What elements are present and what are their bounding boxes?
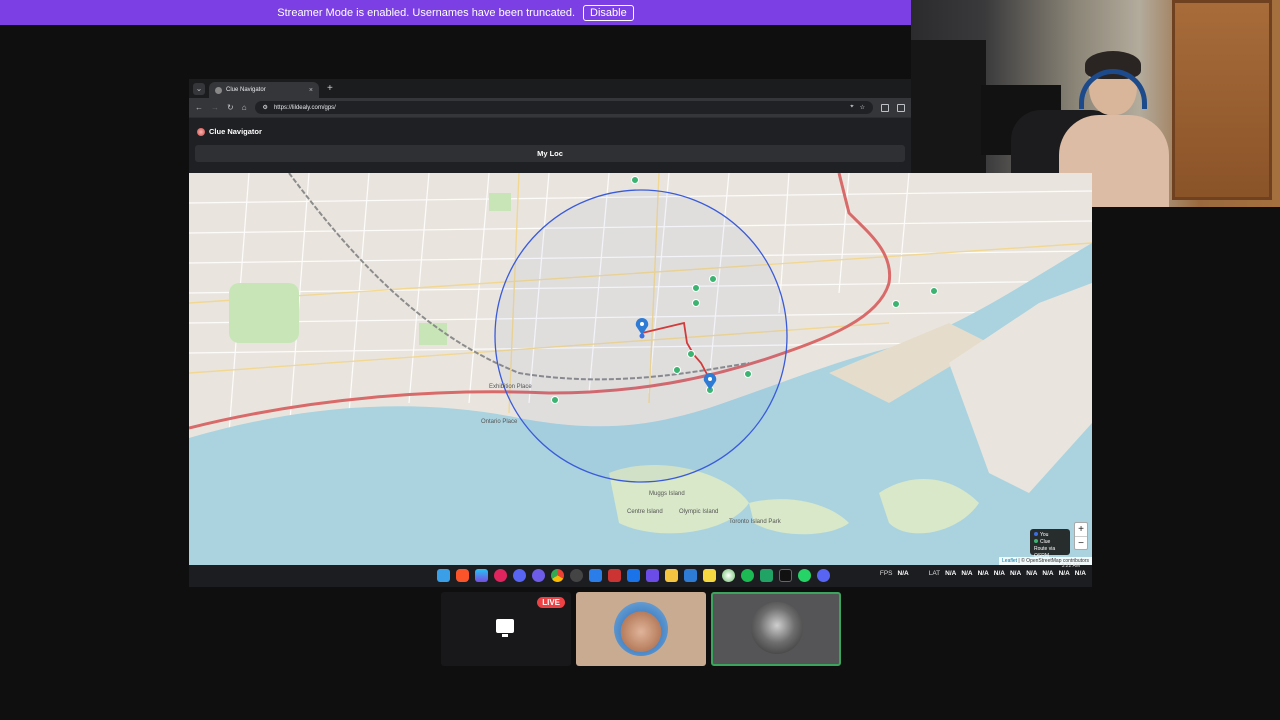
bookmark-star-icon[interactable]: ☆ [860, 104, 865, 111]
screen-share-icon [496, 619, 514, 637]
zoom-control: + − [1074, 522, 1088, 550]
participant-tile[interactable] [576, 592, 706, 666]
door [1172, 0, 1272, 200]
windows-start-icon[interactable] [437, 569, 450, 582]
map-legend: You Clue Route via OSRM [1030, 529, 1070, 559]
steam-icon[interactable] [570, 569, 583, 582]
filezilla-icon[interactable] [608, 569, 621, 582]
leaflet-link[interactable]: Leaflet [1002, 558, 1017, 564]
spotify-icon[interactable] [741, 569, 754, 582]
map-label: Centre Island [627, 509, 663, 515]
url-text: https://lildealy.com/gps/ [273, 104, 336, 111]
profile-icon[interactable] [897, 103, 905, 112]
banner-message: Streamer Mode is enabled. Usernames have… [277, 6, 576, 19]
clock[interactable]: 3:22 AM [1062, 563, 1080, 569]
whatsapp-icon[interactable] [798, 569, 811, 582]
file-explorer-icon[interactable] [665, 569, 678, 582]
participant-tile-speaking[interactable] [711, 592, 841, 666]
app-icon[interactable] [817, 569, 830, 582]
home-icon[interactable]: ⌂ [242, 103, 247, 112]
zoom-in-button[interactable]: + [1075, 523, 1087, 536]
streamer-mode-banner: Streamer Mode is enabled. Usernames have… [0, 0, 911, 25]
app-icon[interactable] [627, 569, 640, 582]
forward-icon[interactable]: → [211, 103, 219, 112]
app-title: Clue Navigator [209, 127, 262, 136]
close-tab-icon[interactable]: × [309, 87, 313, 94]
you-legend-dot-icon [1034, 532, 1038, 536]
sticky-notes-icon[interactable] [703, 569, 716, 582]
map-label: Olympic Island [679, 509, 718, 515]
app-icon[interactable] [684, 569, 697, 582]
map-view[interactable]: Centre Island Toronto Island Park Olympi… [189, 173, 1092, 565]
back-icon[interactable]: ← [195, 103, 203, 112]
map-label: Ontario Place [481, 419, 518, 425]
app-header: Clue Navigator [189, 117, 911, 145]
brave-browser-icon[interactable] [456, 569, 469, 582]
avatar [614, 602, 668, 656]
copilot-icon[interactable] [475, 569, 488, 582]
map-label: Toronto Island Park [729, 519, 782, 525]
sidebar-icon[interactable] [881, 103, 889, 112]
app-icon[interactable] [722, 569, 735, 582]
site-info-icon[interactable]: ⚙ [263, 104, 268, 111]
favicon-icon [215, 86, 222, 94]
browser-toolbar: ← → ↻ ⌂ ⚙ https://lildealy.com/gps/ ⌖ ☆ [189, 98, 911, 117]
browser-window: ⌄ Clue Navigator × + ← → ↻ ⌂ ⚙ https://l… [189, 79, 911, 173]
app-icon[interactable] [494, 569, 507, 582]
taskbar-apps [437, 569, 830, 582]
app-logo-icon [197, 127, 205, 136]
disable-streamer-mode-button[interactable]: Disable [583, 4, 634, 21]
app-icon[interactable] [646, 569, 659, 582]
zoom-out-button[interactable]: − [1075, 536, 1087, 549]
discord-icon[interactable] [513, 569, 526, 582]
windows-taskbar: FPS N/A LAT N/A N/A N/A N/A N/A N/A N/A N… [189, 563, 1092, 587]
address-bar[interactable]: ⚙ https://lildealy.com/gps/ ⌖ ☆ [254, 101, 873, 114]
tab-clue-navigator[interactable]: Clue Navigator × [209, 82, 319, 98]
live-badge: LIVE [537, 597, 565, 608]
tab-search-icon[interactable]: ⌄ [193, 82, 205, 95]
map-canvas[interactable]: Centre Island Toronto Island Park Olympi… [189, 173, 1092, 565]
location-icon[interactable]: ⌖ [850, 104, 853, 111]
screen-share-tile[interactable]: LIVE [441, 592, 571, 666]
app-icon[interactable] [532, 569, 545, 582]
excel-icon[interactable] [760, 569, 773, 582]
map-label: Muggs Island [649, 491, 685, 497]
my-location-button[interactable]: My Loc [195, 145, 905, 162]
avatar [751, 602, 803, 654]
stream-stage: Streamer Mode is enabled. Usernames have… [0, 0, 1280, 720]
terminal-icon[interactable] [779, 569, 792, 582]
map-label: Exhibition Place [489, 384, 532, 390]
reload-icon[interactable]: ↻ [227, 103, 234, 112]
chrome-icon[interactable] [551, 569, 564, 582]
app-icon[interactable] [589, 569, 602, 582]
system-tray: FPS N/A LAT N/A N/A N/A N/A N/A N/A N/A N… [879, 570, 1086, 577]
tab-bar: ⌄ Clue Navigator × + [189, 79, 911, 98]
clue-legend-dot-icon [1034, 539, 1038, 543]
new-tab-button[interactable]: + [327, 83, 333, 94]
